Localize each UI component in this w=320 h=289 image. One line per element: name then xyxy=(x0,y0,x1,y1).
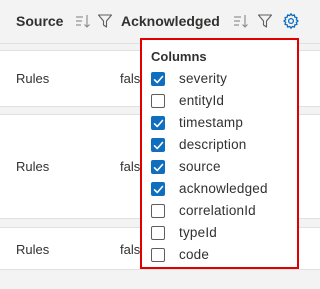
checkmark-icon xyxy=(153,141,164,150)
column-checkbox[interactable] xyxy=(151,138,165,152)
column-checkbox[interactable] xyxy=(151,182,165,196)
column-checkbox[interactable] xyxy=(151,204,165,218)
column-option-severity[interactable]: severity xyxy=(151,70,291,88)
cell-source: Rules xyxy=(16,159,50,174)
settings-gear-icon[interactable] xyxy=(282,12,300,30)
cell-source: Rules xyxy=(16,242,50,257)
column-header-acknowledged[interactable]: Acknowledged xyxy=(121,13,220,29)
column-option-label: typeId xyxy=(179,225,217,240)
column-option-label: source xyxy=(179,159,221,174)
column-option-acknowledged[interactable]: acknowledged xyxy=(151,180,291,198)
column-option-typeid[interactable]: typeId xyxy=(151,224,291,242)
column-option-code[interactable]: code xyxy=(151,246,291,264)
checkmark-icon xyxy=(153,185,164,194)
column-checkbox[interactable] xyxy=(151,94,165,108)
checkmark-icon xyxy=(153,163,164,172)
column-option-timestamp[interactable]: timestamp xyxy=(151,114,291,132)
column-option-label: code xyxy=(179,247,210,262)
column-option-label: acknowledged xyxy=(179,181,268,196)
column-checkbox[interactable] xyxy=(151,116,165,130)
filter-icon[interactable] xyxy=(256,12,274,30)
column-option-label: correlationId xyxy=(179,203,256,218)
columns-picker-popup: Columns severity entityId timestamp descrip… xyxy=(140,38,299,269)
column-header-source[interactable]: Source xyxy=(16,13,63,29)
column-option-label: timestamp xyxy=(179,115,244,130)
columns-popup-title: Columns xyxy=(151,49,207,64)
row-separator xyxy=(0,270,320,289)
checkmark-icon xyxy=(153,75,164,84)
column-option-source[interactable]: source xyxy=(151,158,291,176)
column-option-description[interactable]: description xyxy=(151,136,291,154)
sort-icon[interactable] xyxy=(232,12,250,30)
column-option-entityid[interactable]: entityId xyxy=(151,92,291,110)
cell-source: Rules xyxy=(16,71,50,86)
column-option-label: description xyxy=(179,137,247,152)
column-checkbox[interactable] xyxy=(151,72,165,86)
column-option-label: severity xyxy=(179,71,228,86)
column-checkbox[interactable] xyxy=(151,160,165,174)
column-option-label: entityId xyxy=(179,93,225,108)
column-option-correlationid[interactable]: correlationId xyxy=(151,202,291,220)
filter-icon[interactable] xyxy=(96,12,114,30)
sort-icon[interactable] xyxy=(74,12,92,30)
column-checkbox[interactable] xyxy=(151,248,165,262)
column-checkbox[interactable] xyxy=(151,226,165,240)
checkmark-icon xyxy=(153,119,164,128)
